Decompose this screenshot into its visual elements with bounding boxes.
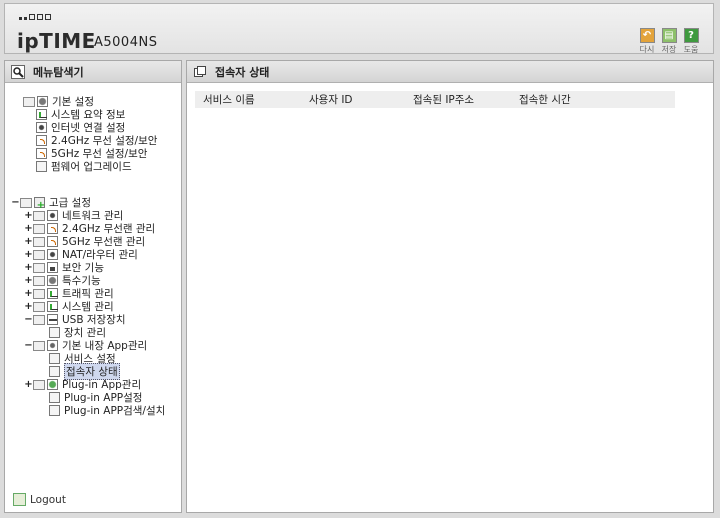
expand-icon[interactable]: +	[24, 249, 33, 260]
system-icon	[47, 301, 58, 312]
help-button[interactable]: ? 도움	[682, 28, 700, 55]
special-icon	[47, 275, 58, 286]
firmware-icon	[36, 161, 47, 172]
wifi-icon	[47, 236, 58, 247]
usb-icon	[47, 314, 58, 325]
undo-icon: ↶	[639, 28, 655, 43]
content-panel-title: 접속자 상태	[187, 61, 713, 83]
menu-panel: 메뉴탐색기 기본 설정 시스템 요약 정보 인터넷 연결 설정 2.4GHz 무…	[4, 60, 182, 513]
folder-icon	[33, 340, 45, 351]
folder-icon	[33, 223, 45, 234]
logout-icon	[13, 493, 26, 506]
expand-icon[interactable]: +	[24, 301, 33, 312]
folder-icon	[33, 262, 45, 273]
collapse-icon[interactable]: −	[11, 197, 20, 208]
brand-name: ipTIME	[17, 29, 96, 53]
wifi-icon	[47, 223, 58, 234]
column-user-id: 사용자 ID	[309, 94, 353, 106]
connection-table-header: 서비스 이름 사용자 ID 접속된 IP주소 접속한 시간	[195, 91, 675, 108]
save-icon: ▤	[661, 28, 677, 43]
menu-plugin-search[interactable]: Plug-in APP검색/설치	[49, 404, 165, 417]
folder-icon	[33, 249, 45, 260]
page-icon	[49, 327, 60, 338]
column-ip-address: 접속된 IP주소	[413, 94, 475, 106]
folder-icon	[20, 197, 32, 208]
traffic-icon	[47, 288, 58, 299]
page-icon	[49, 392, 60, 403]
page-icon	[49, 366, 60, 377]
wifi-icon	[36, 148, 47, 159]
expand-icon[interactable]: +	[24, 236, 33, 247]
app-icon	[47, 340, 58, 351]
page-icon	[49, 353, 60, 364]
expand-icon[interactable]: +	[24, 288, 33, 299]
save-button[interactable]: ▤ 저장	[660, 28, 678, 55]
undo-button[interactable]: ↶ 다시	[638, 28, 656, 55]
folder-icon	[33, 275, 45, 286]
magnifier-icon	[11, 64, 25, 79]
logout-button[interactable]: Logout	[13, 493, 66, 506]
content-panel: 접속자 상태 서비스 이름 사용자 ID 접속된 IP주소 접속한 시간	[186, 60, 714, 513]
expand-icon[interactable]: +	[24, 262, 33, 273]
menu-panel-title: 메뉴탐색기	[5, 61, 181, 83]
advanced-icon	[34, 197, 45, 211]
top-header: ipTIME A5004NS ↶ 다시 ▤ 저장 ? 도움	[4, 3, 714, 54]
expand-icon[interactable]: +	[24, 210, 33, 221]
expand-icon[interactable]: +	[24, 275, 33, 286]
system-icon	[36, 109, 47, 120]
folder-icon	[33, 301, 45, 312]
folder-icon	[33, 379, 45, 390]
lock-icon	[47, 262, 58, 273]
plugin-icon	[47, 379, 58, 390]
window-icon	[193, 65, 207, 79]
network-icon	[47, 210, 58, 221]
help-icon: ?	[683, 28, 699, 43]
settings-icon	[37, 96, 48, 107]
wifi-icon	[36, 135, 47, 146]
folder-icon	[23, 96, 35, 107]
collapse-icon[interactable]: −	[24, 340, 33, 351]
router-icon	[47, 249, 58, 260]
expand-icon[interactable]: +	[24, 379, 33, 390]
model-name: A5004NS	[94, 35, 158, 50]
menu-firmware-upgrade[interactable]: 펌웨어 업그레이드	[36, 160, 132, 173]
expand-icon[interactable]: +	[24, 223, 33, 234]
page-icon	[49, 405, 60, 416]
column-service-name: 서비스 이름	[203, 94, 255, 106]
collapse-icon[interactable]: −	[24, 314, 33, 325]
folder-icon	[33, 314, 45, 325]
folder-icon	[33, 288, 45, 299]
folder-icon	[33, 210, 45, 221]
column-connect-time: 접속한 시간	[519, 94, 571, 106]
internet-icon	[36, 122, 47, 133]
brand-logo-icon	[19, 14, 51, 20]
folder-icon	[33, 236, 45, 247]
